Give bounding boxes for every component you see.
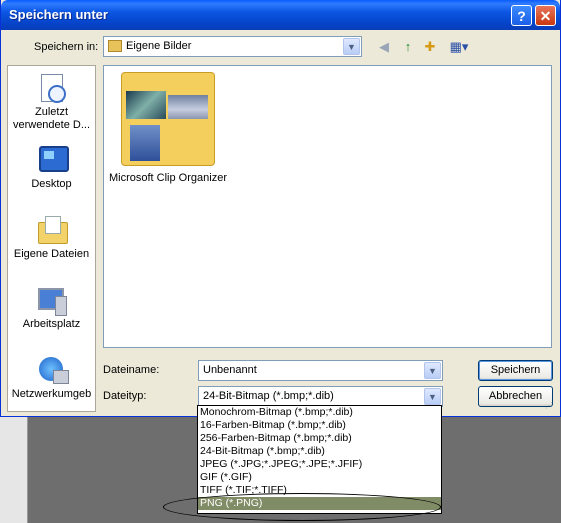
view-menu-icon[interactable]: ▦▾ (447, 38, 471, 56)
filetype-option[interactable]: 24-Bit-Bitmap (*.bmp;*.dib) (198, 445, 441, 458)
filetype-option[interactable]: GIF (*.GIF) (198, 471, 441, 484)
place-label: Desktop (31, 178, 72, 190)
chevron-down-icon[interactable]: ▼ (424, 388, 441, 405)
folder-name: Microsoft Clip Organizer (109, 172, 227, 184)
back-icon[interactable]: ◀ (375, 38, 393, 56)
filetype-label: Dateityp: (103, 390, 147, 402)
background-panel (0, 416, 28, 523)
place-network[interactable]: Netzwerkumgeb (8, 354, 95, 401)
resize-grip-icon[interactable]: ⋰ (545, 401, 553, 410)
filename-combo[interactable]: Unbenannt ▼ (198, 360, 443, 381)
desktop-icon (35, 144, 69, 178)
chevron-down-icon[interactable]: ▼ (424, 362, 441, 379)
filetype-value: 24-Bit-Bitmap (*.bmp;*.dib) (203, 390, 334, 402)
help-button[interactable]: ? (511, 5, 532, 26)
dialog-title: Speichern unter (9, 7, 108, 22)
place-label: Arbeitsplatz (22, 318, 81, 330)
save-as-dialog: Speichern unter ? ✕ Speichern in: Eigene… (0, 0, 561, 417)
folder-thumbnail-icon (121, 72, 215, 166)
save-in-label: Speichern in: (34, 41, 99, 53)
filetype-option[interactable]: JPEG (*.JPG;*.JPEG;*.JPE;*.JFIF) (198, 458, 441, 471)
folder-pictures-icon (108, 40, 122, 52)
place-label: Netzwerkumgeb (11, 388, 92, 400)
filename-value: Unbenannt (203, 364, 257, 376)
place-my-documents[interactable]: Eigene Dateien (8, 214, 95, 261)
my-documents-icon (35, 214, 69, 248)
place-label: Zuletzt verwendete D... (12, 106, 91, 131)
filetype-option[interactable]: 16-Farben-Bitmap (*.bmp;*.dib) (198, 419, 441, 432)
place-label: Eigene Dateien (13, 248, 90, 260)
highlight-ellipse (163, 493, 441, 521)
location-value: Eigene Bilder (126, 40, 192, 52)
places-bar: Zuletzt verwendete D... Desktop Eigene D… (7, 65, 96, 412)
filename-label: Dateiname: (103, 364, 160, 376)
new-folder-icon[interactable]: ✚ (421, 38, 439, 56)
file-list[interactable]: Microsoft Clip Organizer (103, 65, 552, 348)
filetype-option[interactable]: Monochrom-Bitmap (*.bmp;*.dib) (198, 406, 441, 419)
folder-item[interactable]: Microsoft Clip Organizer (108, 72, 228, 184)
place-my-computer[interactable]: Arbeitsplatz (8, 284, 95, 331)
filetype-combo[interactable]: 24-Bit-Bitmap (*.bmp;*.dib) ▼ (198, 386, 443, 407)
my-computer-icon (35, 284, 69, 318)
place-recent[interactable]: Zuletzt verwendete D... (8, 72, 95, 132)
recent-documents-icon (35, 72, 69, 106)
up-folder-icon[interactable]: ↑ (399, 38, 417, 56)
chevron-down-icon[interactable]: ▼ (343, 38, 360, 55)
save-button[interactable]: Speichern (478, 360, 553, 381)
title-bar: Speichern unter ? ✕ (1, 0, 560, 30)
location-combo[interactable]: Eigene Bilder ▼ (103, 36, 362, 57)
network-icon (35, 354, 69, 388)
place-desktop[interactable]: Desktop (8, 144, 95, 191)
filetype-option[interactable]: 256-Farben-Bitmap (*.bmp;*.dib) (198, 432, 441, 445)
close-button[interactable]: ✕ (535, 5, 556, 26)
cancel-button[interactable]: Abbrechen (478, 386, 553, 407)
